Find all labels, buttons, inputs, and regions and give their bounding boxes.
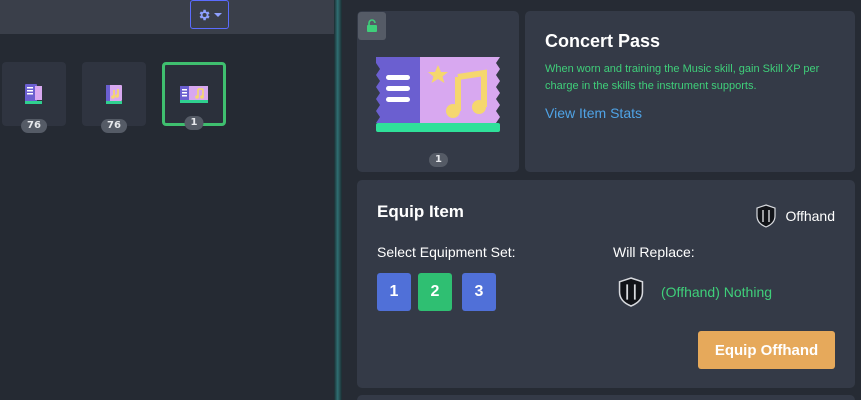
inventory-item-music-scroll[interactable]: 76 [82,62,146,133]
will-replace-item: (Offhand) Nothing [617,276,772,308]
equip-title: Equip Item [377,202,464,221]
item-name: Concert Pass [545,31,661,51]
equip-item-card: Equip Item Offhand Select Equipment Set:… [357,180,855,388]
equip-slot-label: Offhand [785,208,835,224]
music-sheet-icon [25,84,42,104]
item-description: When worn and training the Music skill, … [545,63,820,92]
shield-icon [618,277,644,307]
unlock-icon [367,19,377,32]
concert-pass-icon [376,57,500,132]
quantity-badge: 76 [21,119,47,133]
inventory-panel: 76 76 1 [0,0,334,400]
equipment-set-2-button[interactable]: 2 [418,273,452,311]
equip-offhand-button[interactable]: Equip Offhand [698,331,835,369]
quantity-badge: 1 [184,116,204,130]
music-scroll-icon [106,85,122,104]
equip-slot: Offhand [755,204,835,228]
shield-icon [756,204,777,228]
item-detail-panel: 1 Concert Pass When worn and training th… [342,0,861,400]
inventory-item-music-sheet[interactable]: 76 [2,62,66,133]
next-card [357,395,855,400]
equipment-set-3-button[interactable]: 3 [462,273,496,311]
item-info-card: Concert Pass When worn and training the … [525,11,855,172]
will-replace-text: (Offhand) Nothing [661,284,773,300]
quantity-badge: 76 [101,119,127,133]
gear-icon [199,9,210,20]
equipment-set-1-button[interactable]: 1 [377,273,411,311]
view-item-stats-link[interactable]: View Item Stats [545,105,642,121]
select-equipment-set-label: Select Equipment Set: [377,244,516,260]
will-replace-label: Will Replace: [613,244,695,260]
chevron-down-icon [214,12,222,17]
quantity-badge: 1 [429,153,448,167]
item-image-card: 1 [357,11,519,172]
inventory-toolbar [0,0,334,34]
lock-toggle[interactable] [358,12,386,40]
concert-pass-icon [180,86,208,103]
settings-button[interactable] [190,0,229,29]
panel-divider[interactable] [334,0,342,400]
inventory-item-concert-pass[interactable]: 1 [162,62,226,130]
